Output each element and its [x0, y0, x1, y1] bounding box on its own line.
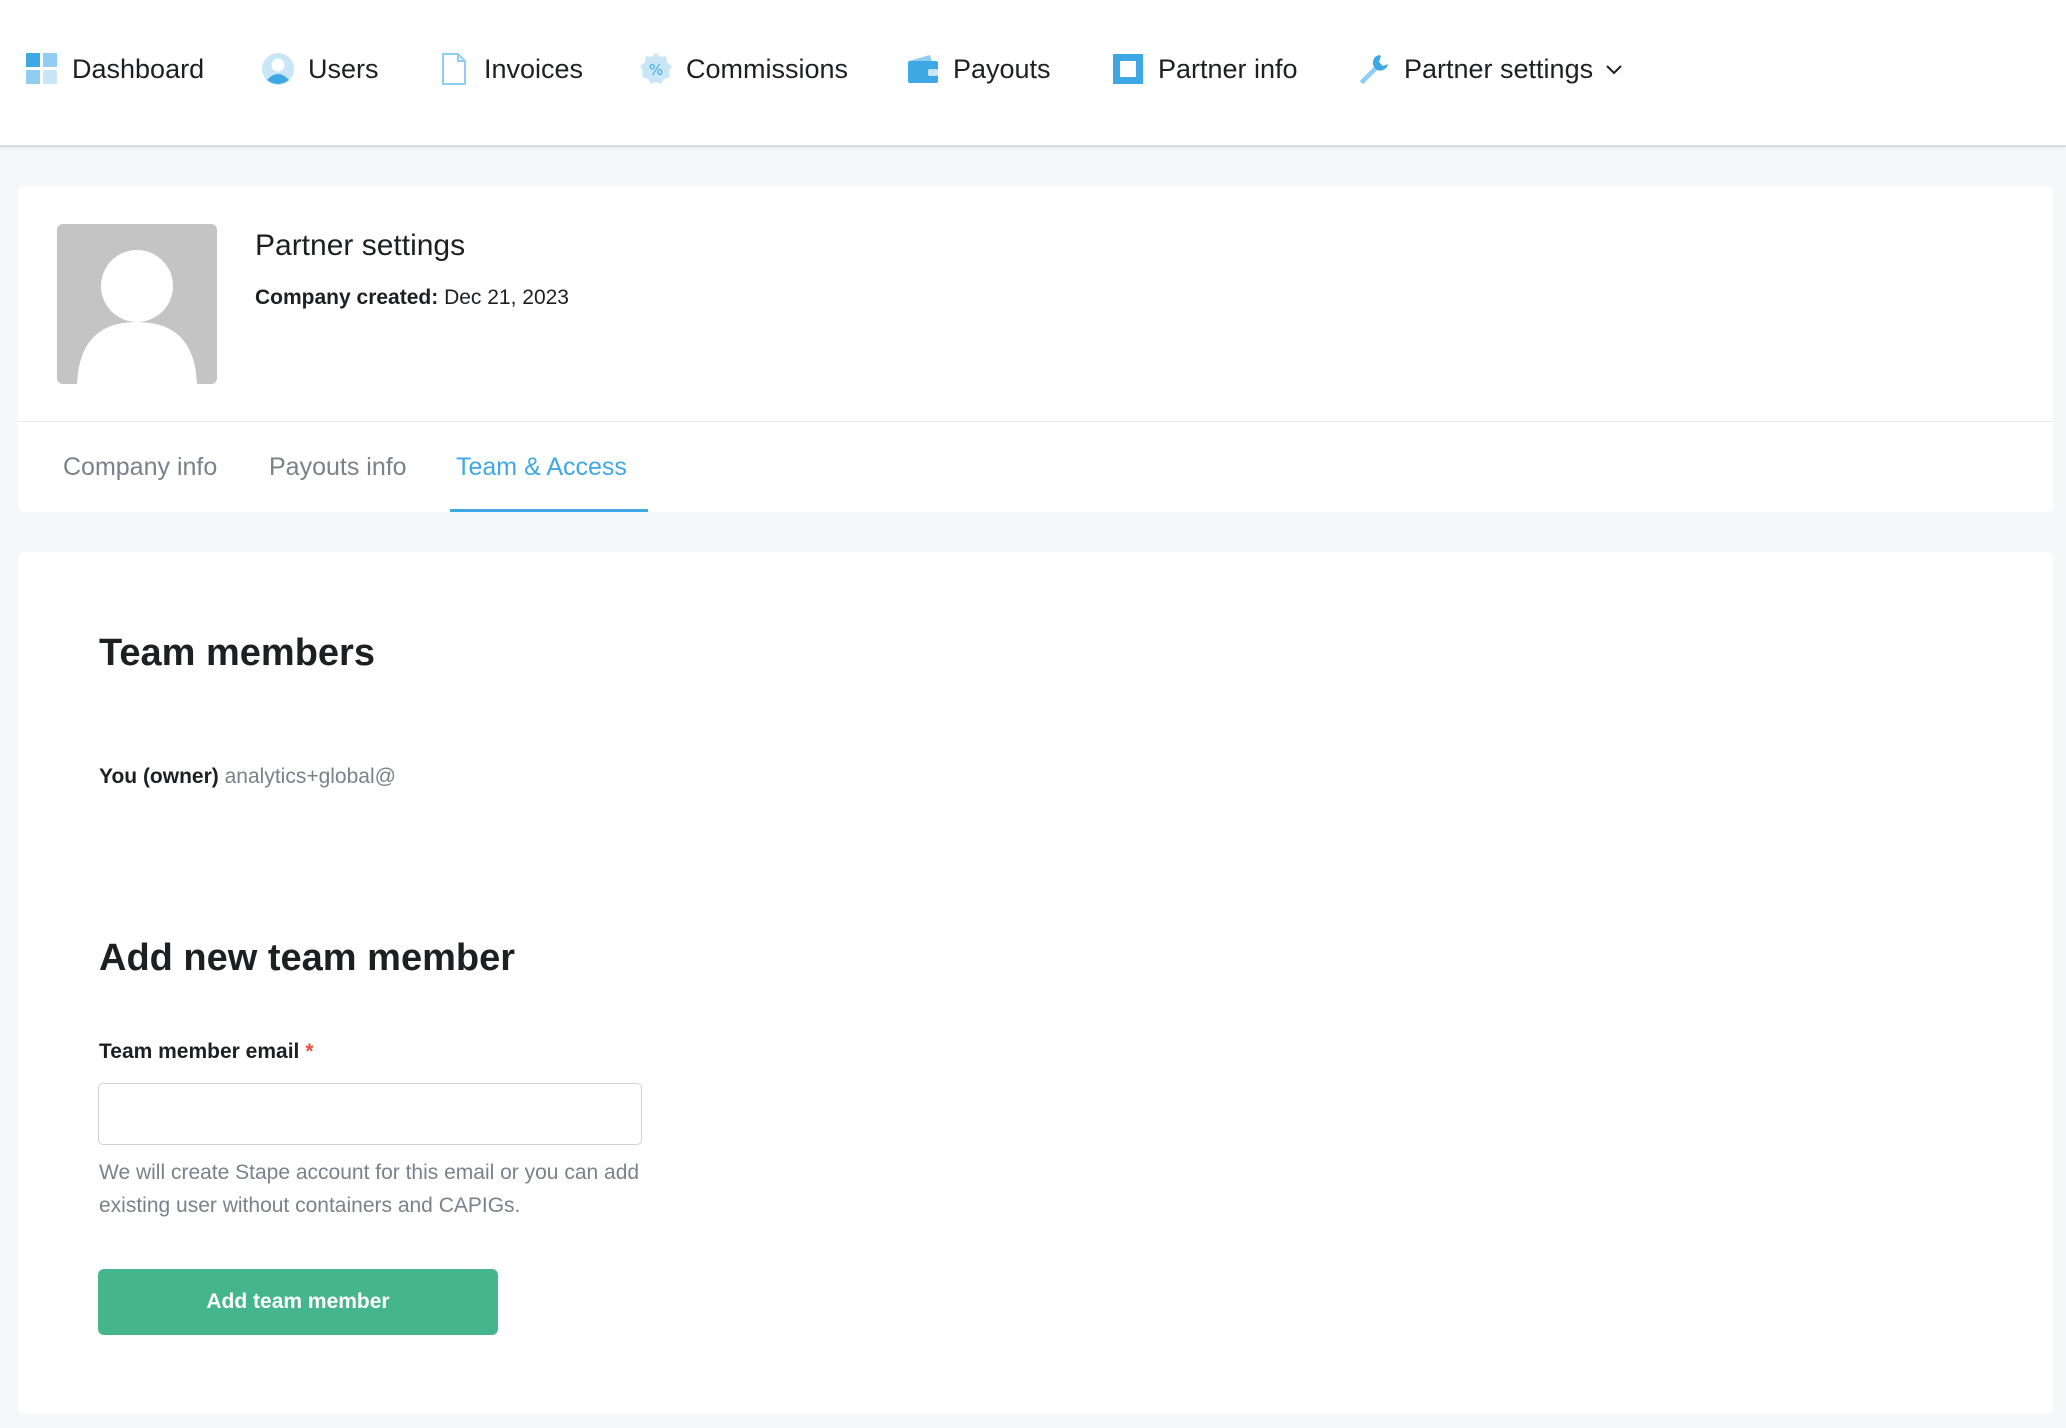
user-icon: [261, 52, 295, 86]
nav-item-commissions[interactable]: % Commissions: [639, 47, 848, 91]
add-team-member-button[interactable]: Add team member: [98, 1269, 498, 1335]
required-marker: *: [305, 1040, 314, 1063]
partner-header-card: Partner settings Company created: Dec 21…: [18, 186, 2053, 512]
nav-item-label: Users: [308, 53, 379, 84]
nav-item-payouts[interactable]: Payouts: [906, 47, 1051, 91]
dashboard-grid-icon: [25, 52, 59, 86]
document-icon: [437, 52, 471, 86]
nav-item-partner-info[interactable]: Partner info: [1111, 47, 1298, 91]
top-navigation: Dashboard Users Invoices % Commissions P…: [0, 0, 2066, 147]
owner-label: You (owner): [99, 765, 219, 788]
square-icon: [1111, 52, 1145, 86]
active-tab-indicator: [450, 509, 648, 512]
page-title: Partner settings: [255, 229, 466, 262]
nav-item-label: Payouts: [953, 53, 1051, 84]
nav-item-label: Dashboard: [72, 53, 205, 84]
team-member-email-input[interactable]: [98, 1083, 642, 1145]
divider: [18, 421, 2053, 422]
email-label-text: Team member email: [99, 1040, 300, 1063]
company-created: Company created: Dec 21, 2023: [255, 286, 569, 310]
avatar-placeholder-icon: [57, 224, 217, 384]
created-label: Company created:: [255, 286, 439, 309]
nav-item-label: Invoices: [484, 53, 584, 84]
nav-item-invoices[interactable]: Invoices: [437, 47, 583, 91]
tab-payouts-info[interactable]: Payouts info: [269, 453, 407, 482]
nav-item-users[interactable]: Users: [261, 47, 379, 91]
add-member-heading: Add new team member: [99, 937, 515, 979]
tab-team-access[interactable]: Team & Access: [456, 453, 627, 482]
owner-email: analytics+global@: [224, 765, 396, 788]
nav-item-label: Partner info: [1158, 53, 1298, 84]
avatar: [57, 224, 217, 384]
tab-company-info[interactable]: Company info: [63, 453, 217, 482]
wallet-icon: [906, 52, 940, 86]
wrench-icon: [1357, 52, 1391, 86]
owner-row: You (owner) analytics+global@: [99, 765, 396, 789]
email-hint: We will create Stape account for this em…: [99, 1161, 640, 1217]
nav-item-dashboard[interactable]: Dashboard: [25, 47, 204, 91]
team-access-card: Team members You (owner) analytics+globa…: [18, 552, 2053, 1414]
chevron-down-icon: [1603, 58, 1625, 80]
team-members-heading: Team members: [99, 632, 375, 674]
svg-text:%: %: [649, 61, 663, 79]
nav-item-label: Commissions: [686, 53, 849, 84]
nav-item-partner-settings[interactable]: Partner settings: [1357, 47, 1625, 91]
nav-item-label: Partner settings: [1404, 53, 1594, 84]
email-field-label: Team member email *: [99, 1040, 314, 1064]
created-date: Dec 21, 2023: [444, 286, 569, 309]
percent-badge-icon: %: [639, 52, 673, 86]
